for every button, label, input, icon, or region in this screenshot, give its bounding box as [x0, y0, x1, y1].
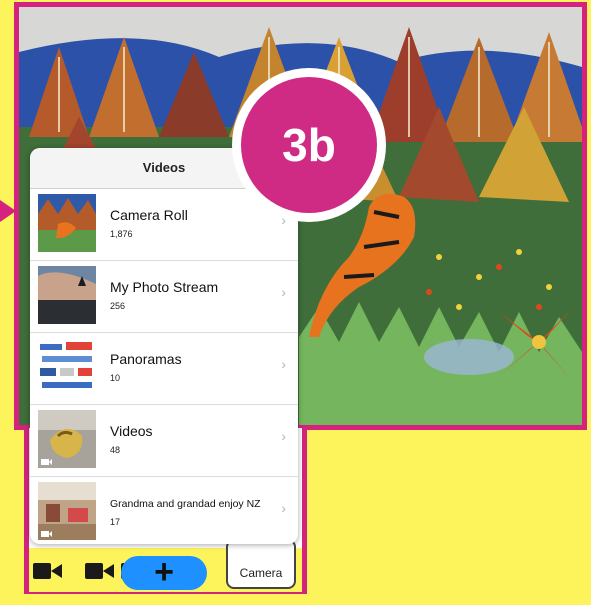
album-thumbnail	[38, 266, 96, 324]
pointer-arrow	[0, 200, 16, 222]
album-thumbnail	[38, 194, 96, 252]
step-badge: 3b	[232, 68, 386, 222]
album-row-videos[interactable]: Videos 48 ›	[30, 405, 298, 477]
chevron-right-icon: ›	[281, 500, 286, 516]
video-camera-icon[interactable]	[33, 562, 63, 580]
camera-button[interactable]: Camera	[226, 539, 296, 589]
album-count: 256	[110, 301, 126, 311]
add-button[interactable]: +	[121, 553, 207, 591]
album-count: 10	[110, 373, 121, 383]
album-thumbnail	[38, 338, 96, 396]
chevron-right-icon: ›	[281, 356, 286, 372]
album-title: Grandma and grandad enjoy NZ	[110, 498, 261, 510]
album-title: Panoramas	[110, 351, 182, 367]
album-thumbnail	[38, 482, 96, 540]
album-row-my-photo-stream[interactable]: My Photo Stream 256 ›	[30, 261, 298, 333]
album-row-panoramas[interactable]: Panoramas 10 ›	[30, 333, 298, 405]
album-title: My Photo Stream	[110, 279, 219, 295]
chevron-right-icon: ›	[281, 428, 286, 444]
chevron-right-icon: ›	[281, 284, 286, 300]
album-count: 1,876	[110, 229, 133, 239]
camera-label: Camera	[239, 566, 283, 580]
videos-popover: Videos Camera Roll 1,876 › My Photo Stre…	[30, 148, 298, 544]
step-badge-label: 3b	[241, 77, 377, 213]
album-row-grandma-and-grandad[interactable]: Grandma and grandad enjoy NZ 17 ›	[30, 477, 298, 544]
album-thumbnail	[38, 410, 96, 468]
video-camera-icon[interactable]	[85, 562, 115, 580]
album-count: 48	[110, 445, 121, 455]
plus-icon: +	[154, 553, 174, 591]
album-title: Videos	[110, 423, 153, 439]
album-title: Camera Roll	[110, 207, 188, 223]
album-count: 17	[110, 517, 121, 527]
